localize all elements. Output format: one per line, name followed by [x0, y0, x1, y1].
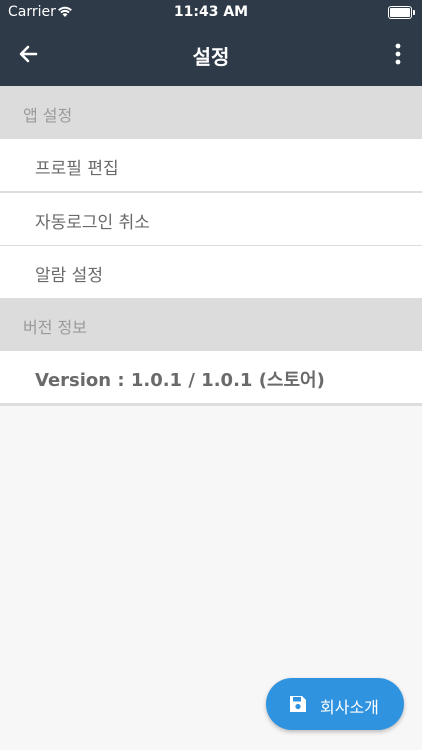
version-row: Version : 1.0.1 / 1.0.1 (스토어)	[0, 351, 422, 406]
section-header-version-info: 버전 정보	[0, 298, 422, 351]
section-header-app-settings: 앱 설정	[0, 86, 422, 139]
menu-item-alarm-settings[interactable]: 알람 설정	[0, 246, 422, 301]
more-menu-button[interactable]	[392, 40, 404, 68]
save-icon	[288, 694, 308, 714]
menu-item-cancel-auto-login[interactable]: 자동로그인 취소	[0, 193, 422, 248]
section-title: 버전 정보	[23, 318, 87, 337]
fab-label: 회사소개	[320, 698, 379, 717]
section-title: 앱 설정	[23, 106, 73, 125]
company-intro-button[interactable]: 회사소개	[266, 678, 404, 730]
menu-item-label: 프로필 편집	[35, 159, 119, 179]
status-bar: Carrier 11:43 AM	[0, 0, 422, 24]
menu-item-edit-profile[interactable]: 프로필 편집	[0, 139, 422, 194]
page-title: 설정	[192, 45, 230, 69]
top-app-bar: Carrier 11:43 AM 설정	[0, 0, 422, 86]
version-label: Version : 1.0.1 / 1.0.1 (스토어)	[35, 370, 325, 391]
battery-icon	[388, 6, 415, 19]
more-vertical-icon	[395, 43, 401, 65]
clock: 11:43 AM	[173, 4, 249, 20]
menu-item-label: 알람 설정	[35, 266, 103, 286]
navigation-bar: 설정	[0, 26, 422, 82]
menu-item-label: 자동로그인 취소	[35, 213, 150, 233]
